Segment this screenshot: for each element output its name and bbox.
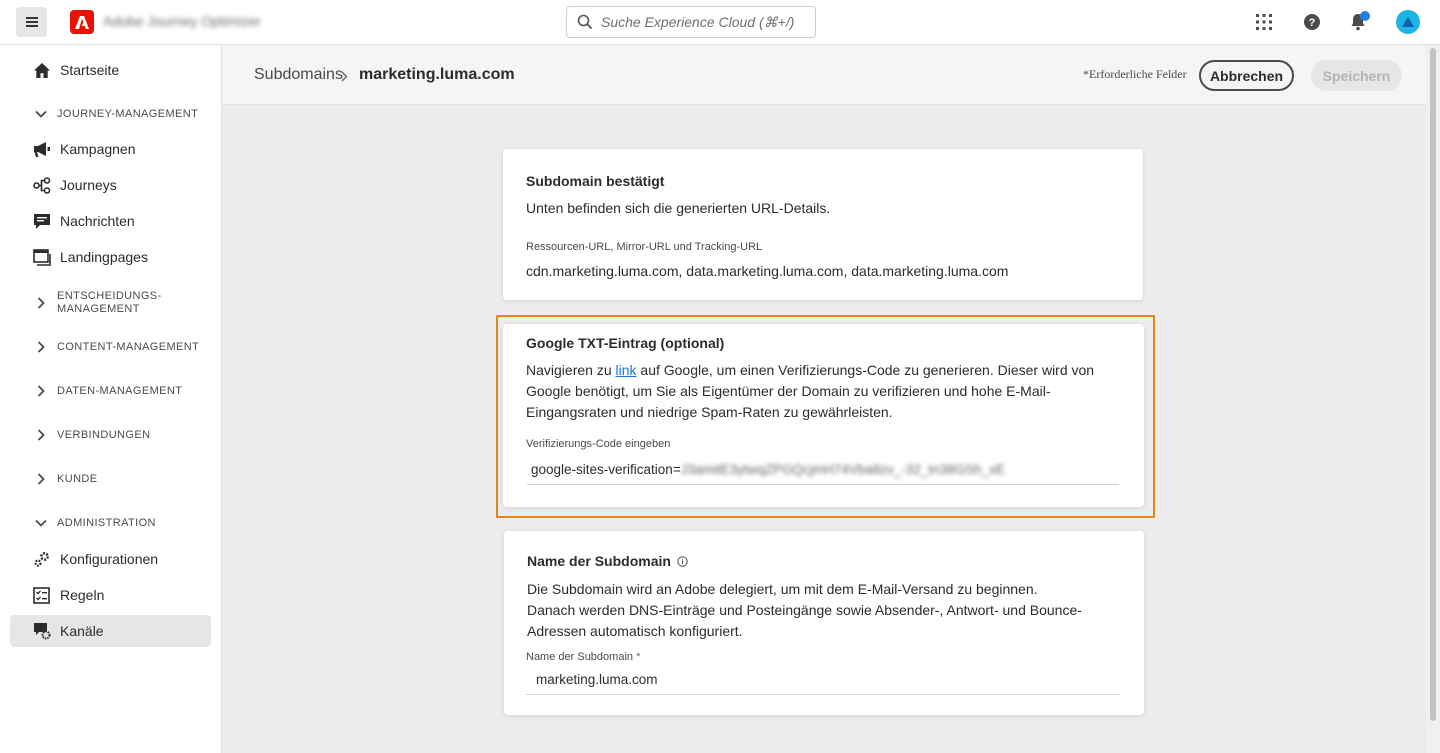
cancel-button[interactable]: Abbrechen — [1199, 60, 1294, 91]
sidebar-group-label: DATEN-MANAGEMENT — [57, 384, 183, 397]
search-placeholder: Suche Experience Cloud (⌘+/) — [601, 13, 795, 30]
sidebar-item-label: Journeys — [60, 177, 117, 193]
breadcrumb-subdomains[interactable]: Subdomains — [254, 66, 343, 84]
rules-checklist-icon — [33, 586, 51, 604]
svg-text:?: ? — [1309, 17, 1316, 29]
card-description: Die Subdomain wird an Adobe delegiert, u… — [527, 581, 1082, 639]
sidebar-item-label: Kampagnen — [60, 141, 136, 157]
sidebar-group-connections[interactable]: VERBINDUNGEN — [10, 428, 211, 442]
notifications-bell-icon[interactable] — [1348, 11, 1370, 33]
chevron-down-icon — [35, 517, 47, 529]
app-name: Adobe Journey Optimizer — [103, 13, 261, 29]
sidebar-item-messages[interactable]: Nachrichten — [10, 205, 211, 237]
sidebar-group-journey[interactable]: JOURNEY-MANAGEMENT — [10, 107, 211, 121]
sidebar-group-content[interactable]: CONTENT-MANAGEMENT — [10, 340, 211, 354]
page-header: Subdomains marketing.luma.com *Erforderl… — [222, 45, 1426, 105]
megaphone-icon — [33, 140, 51, 158]
sidebar-item-label: Landingpages — [60, 249, 148, 265]
sidebar-item-label: Startseite — [60, 62, 120, 78]
sidebar-group-label: CONTENT-MANAGEMENT — [57, 340, 200, 353]
sidebar-group-label: ENTSCHEIDUNGS- MANAGEMENT — [57, 290, 162, 315]
save-button[interactable]: Speichern — [1311, 60, 1402, 91]
chevron-right-icon — [341, 69, 348, 87]
sidebar: Startseite JOURNEY-MANAGEMENT Kampagnen … — [0, 45, 222, 753]
sidebar-group-data[interactable]: DATEN-MANAGEMENT — [10, 384, 211, 398]
chevron-right-icon — [35, 341, 47, 353]
chevron-right-icon — [35, 297, 47, 309]
hamburger-menu-button[interactable] — [16, 7, 47, 37]
sidebar-item-channels[interactable]: Kanäle — [10, 615, 211, 647]
sidebar-item-label: Konfigurationen — [60, 551, 159, 567]
chevron-right-icon — [35, 473, 47, 485]
sidebar-item-campaigns[interactable]: Kampagnen — [10, 133, 211, 165]
sidebar-group-admin[interactable]: ADMINISTRATION — [10, 516, 211, 530]
scrollbar[interactable] — [1426, 45, 1440, 753]
avatar[interactable] — [1396, 10, 1420, 34]
sidebar-group-customer[interactable]: KUNDE — [10, 472, 211, 486]
search-input[interactable]: Suche Experience Cloud (⌘+/) — [566, 6, 816, 38]
chevron-right-icon — [35, 429, 47, 441]
card-title: Subdomain bestätigt — [526, 173, 665, 189]
scrollbar-thumb[interactable] — [1430, 48, 1436, 721]
sidebar-item-label: Kanäle — [60, 623, 104, 639]
subdomain-name-value: marketing.luma.com — [536, 672, 658, 687]
required-fields-note: *Erforderliche Felder — [1083, 67, 1187, 81]
card-description: Unten befinden sich die generierten URL-… — [526, 200, 831, 216]
breadcrumb-current: marketing.luma.com — [359, 66, 515, 83]
info-icon[interactable] — [677, 555, 688, 567]
sidebar-item-configurations[interactable]: Konfigurationen — [10, 543, 211, 575]
home-icon — [33, 61, 51, 79]
subdomain-confirmed-card: Subdomain bestätigt Unten befinden sich … — [503, 149, 1143, 300]
sidebar-group-label: ADMINISTRATION — [57, 516, 156, 529]
sidebar-group-label: JOURNEY-MANAGEMENT — [57, 107, 199, 120]
sidebar-item-home[interactable]: Startseite — [10, 54, 211, 86]
field-label: Name der Subdomain * — [526, 651, 641, 663]
sidebar-item-label: Regeln — [60, 587, 105, 603]
url-details-value: cdn.marketing.luma.com, data.marketing.l… — [526, 263, 1009, 279]
help-icon[interactable]: ? — [1301, 11, 1323, 33]
sidebar-item-landingpages[interactable]: Landingpages — [10, 241, 211, 273]
sidebar-item-label: Nachrichten — [60, 213, 135, 229]
sidebar-group-label: KUNDE — [57, 472, 98, 485]
subdomain-name-field[interactable]: marketing.luma.com — [526, 665, 1120, 695]
channels-icon — [33, 622, 51, 640]
sidebar-item-journeys[interactable]: Journeys — [10, 169, 211, 201]
landing-page-icon — [33, 248, 51, 266]
search-icon — [577, 14, 593, 30]
adobe-logo-icon[interactable] — [70, 10, 94, 34]
sidebar-group-decision[interactable]: ENTSCHEIDUNGS- MANAGEMENT — [10, 289, 211, 317]
card-title: Name der Subdomain — [527, 553, 688, 569]
sidebar-item-rules[interactable]: Regeln — [10, 579, 211, 611]
required-asterisk: * — [636, 651, 641, 663]
gears-icon — [33, 550, 51, 568]
message-icon — [33, 212, 51, 230]
sidebar-group-label: VERBINDUNGEN — [57, 428, 151, 441]
subdomain-name-card: Name der Subdomain Die Subdomain wird an… — [504, 531, 1144, 715]
highlight-frame — [496, 315, 1155, 518]
journey-icon — [33, 176, 51, 194]
chevron-right-icon — [35, 385, 47, 397]
field-label: Ressourcen-URL, Mirror-URL und Tracking-… — [526, 241, 763, 253]
apps-grid-icon[interactable] — [1253, 11, 1275, 33]
top-bar: Adobe Journey Optimizer Suche Experience… — [0, 0, 1440, 45]
chevron-down-icon — [35, 108, 47, 120]
